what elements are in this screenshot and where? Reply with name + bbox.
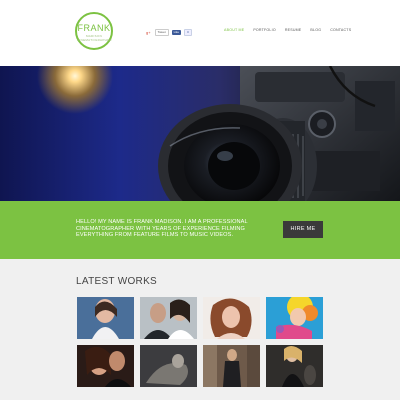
nav-item-blog[interactable]: BLOG [310, 28, 321, 32]
like-count: 0 [184, 28, 192, 36]
logo[interactable]: FRANK MADISON CINEMATOGRAPHER [75, 12, 113, 50]
facebook-like-button[interactable]: Like [171, 29, 182, 35]
portfolio-thumb-4[interactable] [266, 297, 323, 339]
portrait-image [203, 345, 260, 387]
portrait-image [140, 345, 197, 387]
logo-subtitle: MADISON CINEMATOGRAPHER [77, 34, 112, 42]
portfolio-thumb-3[interactable] [203, 297, 260, 339]
portrait-image [77, 297, 134, 339]
nav-item-about-me[interactable]: ABOUT ME [224, 28, 244, 32]
portfolio-thumb-5[interactable] [77, 345, 134, 387]
nav-item-portfolio[interactable]: PORTFOLIO [253, 28, 276, 32]
portfolio-thumb-8[interactable] [266, 345, 323, 387]
portrait-image [266, 297, 323, 339]
tweet-button[interactable]: Tweet [154, 28, 169, 36]
portrait-image [203, 297, 260, 339]
portrait-image [77, 345, 134, 387]
nav-item-resume[interactable]: RESUME [285, 28, 302, 32]
camera-illustration [158, 66, 400, 201]
hero-image [0, 66, 400, 201]
logo-title: FRANK [77, 23, 111, 33]
site-header: FRANK MADISON CINEMATOGRAPHER g+ Tweet L… [0, 0, 400, 66]
portfolio-thumb-7[interactable] [203, 345, 260, 387]
social-buttons: g+ Tweet Like 0 [145, 28, 192, 36]
nav-item-contacts[interactable]: CONTACTS [330, 28, 351, 32]
section-title: LATEST WORKS [76, 276, 158, 287]
main-nav: ABOUT ME PORTFOLIO RESUME BLOG CONTACTS [224, 28, 351, 32]
portrait-image [266, 345, 323, 387]
portfolio-thumb-6[interactable] [140, 345, 197, 387]
portrait-image [140, 297, 197, 339]
google-plus-button[interactable]: g+ [145, 29, 152, 35]
portfolio-thumb-2[interactable] [140, 297, 197, 339]
portfolio-thumb-1[interactable] [77, 297, 134, 339]
hire-me-button[interactable]: HIRE ME [283, 221, 323, 238]
intro-text: HELLO! MY NAME IS FRANK MADISON. I AM A … [76, 219, 248, 239]
latest-works-section [0, 259, 400, 400]
